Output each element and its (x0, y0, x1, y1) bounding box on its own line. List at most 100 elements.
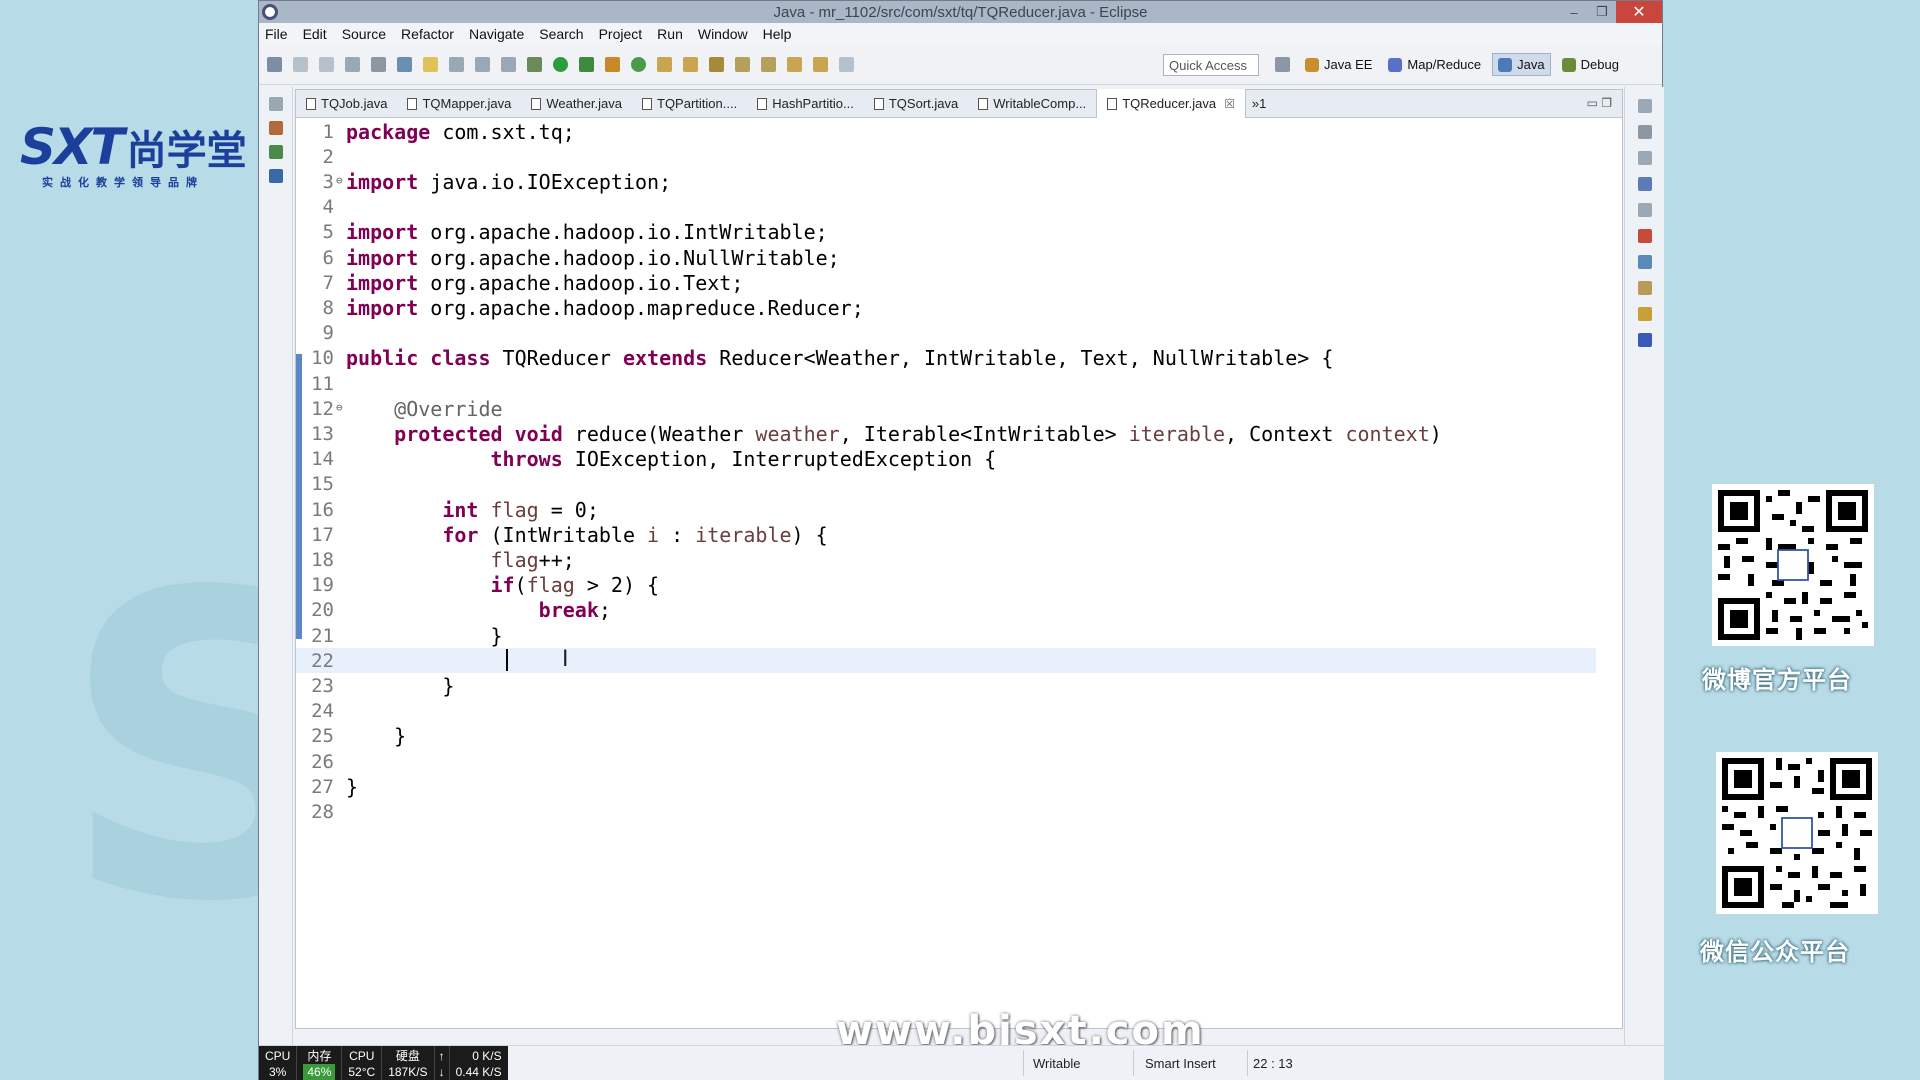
close-button[interactable]: ✕ (1616, 1, 1662, 23)
code-line[interactable]: 16 int flag = 0; (296, 497, 1596, 522)
new-icon[interactable] (267, 57, 282, 72)
new-java-project-icon[interactable] (631, 57, 646, 72)
code-line[interactable]: 21 } (296, 623, 1596, 648)
menu-window[interactable]: Window (698, 26, 748, 42)
mark-occurrences-icon[interactable] (423, 57, 438, 72)
search-icon[interactable] (709, 57, 724, 72)
menu-refactor[interactable]: Refactor (401, 26, 454, 42)
type-hierarchy-icon[interactable] (268, 145, 283, 159)
code-line[interactable]: 22 (296, 648, 1596, 674)
task-list-icon[interactable] (1637, 177, 1652, 191)
tab-tqpartition[interactable]: TQPartition.... (632, 90, 747, 118)
console-icon[interactable] (1637, 333, 1652, 347)
back-icon[interactable] (787, 57, 802, 72)
code-line[interactable]: 14 throws IOException, InterruptedExcept… (296, 447, 1596, 472)
restore-icon[interactable] (1637, 99, 1652, 113)
open-folder-icon[interactable] (683, 57, 698, 72)
code-area[interactable]: 1 package com.sxt.tq; 2 3 import java.io.IOE… (296, 119, 1622, 1019)
print-icon[interactable] (345, 57, 360, 72)
run-icon[interactable] (553, 57, 568, 72)
minimize-button[interactable]: – (1560, 1, 1588, 23)
save-all-icon[interactable] (319, 57, 334, 72)
restore-icon[interactable] (268, 97, 283, 111)
menu-run[interactable]: Run (657, 26, 683, 42)
show-whitespace-icon[interactable] (501, 57, 516, 72)
search-view-icon[interactable] (1637, 307, 1652, 321)
block-select-icon[interactable] (475, 57, 490, 72)
code-line[interactable]: 6 import org.apache.hadoop.io.NullWritabl… (296, 245, 1596, 270)
code-line[interactable]: 2 (296, 144, 1596, 169)
forward-icon[interactable] (813, 57, 828, 72)
close-tab-icon[interactable]: ☒ (1224, 97, 1235, 111)
problems-icon[interactable] (1637, 229, 1652, 243)
menu-navigate[interactable]: Navigate (469, 26, 524, 42)
tab-writablecomparator[interactable]: WritableComp... (968, 90, 1096, 118)
declaration-icon[interactable] (1637, 281, 1652, 295)
maximize-button[interactable]: ❐ (1588, 1, 1616, 23)
code-line[interactable]: 5 import org.apache.hadoop.io.IntWritable… (296, 220, 1596, 245)
tab-tqsort[interactable]: TQSort.java (864, 90, 968, 118)
code-line[interactable]: 12 @Override (296, 396, 1596, 421)
restore-icon[interactable] (1637, 151, 1652, 165)
forward-disabled-icon[interactable] (839, 57, 854, 72)
code-line[interactable]: 23 } (296, 673, 1596, 698)
outline-icon[interactable] (1637, 125, 1652, 139)
code-line[interactable]: 1 package com.sxt.tq; (296, 119, 1596, 144)
perspective-debug[interactable]: Debug (1557, 54, 1624, 75)
code-line[interactable]: 15 (296, 472, 1596, 497)
code-line[interactable]: 8 import org.apache.hadoop.mapreduce.Redu… (296, 295, 1596, 320)
coverage-icon[interactable] (579, 57, 594, 72)
code-line[interactable]: 18 flag++; (296, 547, 1596, 572)
junit-icon[interactable] (268, 169, 283, 183)
menu-project[interactable]: Project (599, 26, 643, 42)
menu-source[interactable]: Source (342, 26, 386, 42)
cut-icon[interactable] (371, 57, 386, 72)
weibo-label: 微博官方平台 (1702, 666, 1852, 694)
editor-min-max-controls[interactable]: ▭ ❐ (1587, 96, 1612, 110)
quick-access-input[interactable]: Quick Access (1163, 54, 1259, 76)
open-perspective-icon[interactable] (1275, 57, 1290, 72)
save-icon[interactable] (293, 57, 308, 72)
menu-search[interactable]: Search (539, 26, 583, 42)
javadoc-icon[interactable] (1637, 255, 1652, 269)
menu-help[interactable]: Help (763, 26, 792, 42)
code-line[interactable]: 17 for (IntWritable i : iterable) { (296, 522, 1596, 547)
code-line[interactable]: 24 (296, 699, 1596, 724)
code-line[interactable]: 28 (296, 799, 1596, 824)
new-package-icon[interactable] (657, 57, 672, 72)
code-line[interactable]: 27} (296, 774, 1596, 799)
tab-tqreducer[interactable]: TQReducer.java ☒ (1096, 89, 1246, 118)
code-line[interactable]: 25 } (296, 724, 1596, 749)
code-line[interactable]: 10 public class TQReducer extends Reducer… (296, 346, 1596, 371)
code-line[interactable]: 20 break; (296, 598, 1596, 623)
menu-edit[interactable]: Edit (303, 26, 327, 42)
perspective-java[interactable]: Java (1492, 53, 1551, 76)
tab-hashpartitioner[interactable]: HashPartitio... (747, 90, 864, 118)
code-line[interactable]: 19 if(flag > 2) { (296, 573, 1596, 598)
code-line[interactable]: 7 import org.apache.hadoop.io.Text; (296, 270, 1596, 295)
prev-annotation-icon[interactable] (761, 57, 776, 72)
code-line[interactable]: 3 import java.io.IOException; (296, 169, 1596, 194)
package-explorer-icon[interactable] (268, 121, 283, 135)
tab-weather[interactable]: Weather.java (521, 90, 632, 118)
word-wrap-icon[interactable] (449, 57, 464, 72)
tab-overflow-button[interactable]: »1 (1252, 96, 1266, 111)
restore-icon[interactable] (1637, 203, 1652, 217)
open-type-icon[interactable] (397, 57, 412, 72)
code-line[interactable]: 4 (296, 195, 1596, 220)
code-line[interactable]: 9 (296, 321, 1596, 346)
next-annotation-icon[interactable] (735, 57, 750, 72)
insert-mode-status[interactable]: Smart Insert (1145, 1056, 1216, 1071)
fold-toggle-icon[interactable]: ⊖ (336, 174, 343, 187)
perspective-map-reduce[interactable]: Map/Reduce (1383, 54, 1486, 75)
tab-tqjob[interactable]: TQJob.java (296, 90, 397, 118)
fold-toggle-icon[interactable]: ⊖ (336, 401, 343, 414)
perspective-java-ee[interactable]: Java EE (1300, 54, 1377, 75)
external-tools-icon[interactable] (605, 57, 620, 72)
code-line[interactable]: 26 (296, 749, 1596, 774)
code-line[interactable]: 13 protected void reduce(Weather weather… (296, 421, 1596, 446)
debug-icon[interactable] (527, 57, 542, 72)
tab-tqmapper[interactable]: TQMapper.java (397, 90, 521, 118)
code-line[interactable]: 11 (296, 371, 1596, 396)
menu-file[interactable]: File (265, 26, 288, 42)
